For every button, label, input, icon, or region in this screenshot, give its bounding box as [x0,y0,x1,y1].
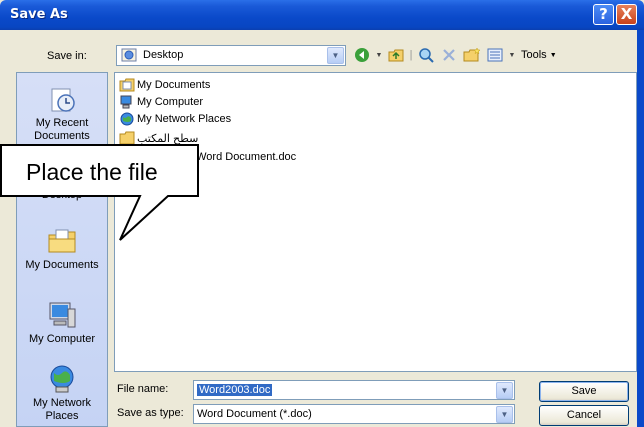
save-as-type-value: Word Document (*.doc) [197,408,312,420]
close-button[interactable]: X [616,4,637,25]
up-folder-icon[interactable] [386,45,406,65]
list-item[interactable]: t Word Document.doc [190,149,296,165]
window-title: Save As [10,7,68,22]
views-icon[interactable] [485,45,505,65]
callout-text: Place the file [26,159,158,185]
views-dropdown-icon[interactable]: ▼ [508,45,516,65]
place-label: My Documents [25,259,99,271]
file-name-value: Word2003.doc [197,384,273,396]
search-web-icon[interactable] [416,45,436,65]
place-label: My Network Places [32,397,92,422]
list-item[interactable]: My Documents [119,77,210,93]
file-name-field[interactable]: Word2003.doc ▼ [193,380,515,400]
file-name: My Network Places [137,113,232,125]
callout-shape [0,144,199,241]
network-places-icon [50,365,74,393]
save-as-type-combobox[interactable]: Word Document (*.doc) ▼ [193,404,515,424]
cancel-button[interactable]: Cancel [539,405,629,426]
tools-chevron-icon: ▼ [549,51,557,59]
my-computer-icon [49,302,76,328]
save-as-type-label: Save as type: [117,407,184,419]
tools-menu[interactable]: Tools ▼ [521,45,557,65]
chevron-down-icon[interactable]: ▼ [496,382,513,399]
title-bar: Save As ? X [0,0,644,30]
place-my-computer[interactable]: My Computer [17,299,107,346]
desktop-small-icon [121,48,137,62]
back-icon[interactable] [352,45,372,65]
new-folder-icon[interactable] [462,45,482,65]
place-my-recent-documents[interactable]: My Recent Documents [17,83,107,143]
place-label: My Recent Documents [34,117,90,142]
save-in-label: Save in: [47,50,87,62]
file-name: t Word Document.doc [190,151,297,163]
chevron-down-icon[interactable]: ▼ [327,47,344,64]
window-border [637,30,644,427]
place-my-network-places[interactable]: My Network Places [17,363,107,423]
folder-icon [119,78,135,91]
save-in-combobox[interactable]: Desktop ▼ [116,45,346,66]
list-item[interactable]: My Network Places [119,111,231,127]
save-in-value: Desktop [143,49,184,61]
network-icon [120,112,134,125]
delete-icon[interactable] [439,45,459,65]
tools-label: Tools [521,49,547,61]
file-name: My Computer [137,96,204,108]
back-dropdown-icon[interactable]: ▼ [375,45,383,65]
recent-documents-icon [51,88,75,112]
file-name: My Documents [137,79,211,91]
list-item[interactable]: My Computer [119,94,203,110]
chevron-down-icon[interactable]: ▼ [496,406,513,423]
save-button[interactable]: Save [539,381,629,402]
place-label: My Computer [28,333,96,345]
computer-icon [120,95,132,108]
places-bar: My Recent Documents Desktop My Documents… [16,72,108,427]
separator: | [409,49,413,61]
toolbar: ▼ | ▼ Tools ▼ [352,44,557,66]
help-button[interactable]: ? [593,4,614,25]
callout-annotation: Place the file [0,143,200,246]
file-name-label: File name: [117,383,169,395]
